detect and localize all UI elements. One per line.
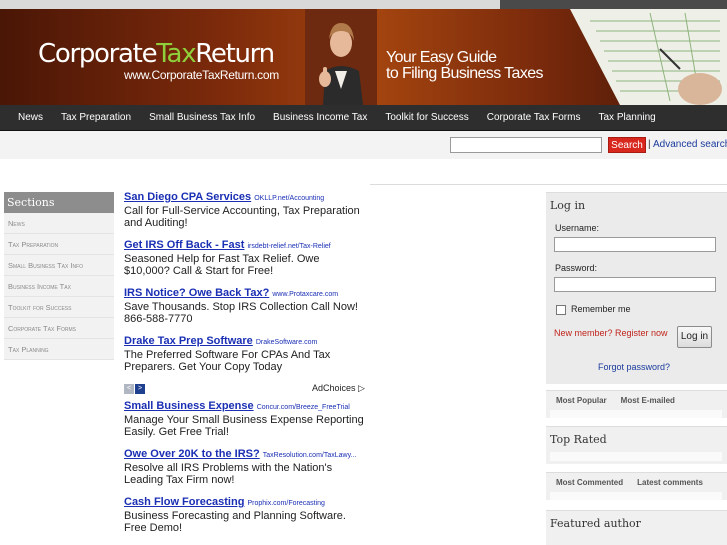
section-business-income-tax[interactable]: Business Income Tax xyxy=(4,276,114,297)
logo-tax: Tax xyxy=(156,39,196,69)
username-field[interactable] xyxy=(554,237,716,252)
adchoices-icon: ▷ xyxy=(358,383,365,393)
ad-item: Drake Tax Prep Software DrakeSoftware.co… xyxy=(124,335,364,383)
comments-tab-content xyxy=(550,492,722,500)
ad-prev-arrow-icon[interactable]: < xyxy=(124,384,134,394)
tab-latest-comments[interactable]: Latest comments xyxy=(637,478,703,487)
password-label: Password: xyxy=(555,263,598,273)
ad-item: San Diego CPA Services OKLLP.net/Account… xyxy=(124,191,364,239)
ad-url[interactable]: Concur.com/Breeze_FreeTrial xyxy=(257,404,350,411)
featured-author-title: Featured author xyxy=(550,517,641,530)
nav-small-business-tax-info[interactable]: Small Business Tax Info xyxy=(140,105,264,131)
site-banner[interactable]: CorporateTaxReturn www.CorporateTaxRetur… xyxy=(0,9,727,105)
ad-next-arrow-icon[interactable]: > xyxy=(135,384,145,394)
ad-item: Small Business Expense Concur.com/Breeze… xyxy=(124,400,364,448)
top-strip xyxy=(0,0,727,9)
ad-item: Get IRS Off Back - Fast irsdebt-relief.n… xyxy=(124,239,364,287)
top-rated-title: Top Rated xyxy=(550,433,607,446)
ad-url[interactable]: DrakeSoftware.com xyxy=(256,339,317,346)
ad-column: San Diego CPA Services OKLLP.net/Account… xyxy=(124,191,365,544)
nav-tax-planning[interactable]: Tax Planning xyxy=(589,105,664,131)
popular-tab-content xyxy=(550,410,722,418)
register-link[interactable]: New member? Register now xyxy=(554,328,668,338)
top-strip-light xyxy=(0,0,500,9)
search-button[interactable]: Search xyxy=(608,137,646,153)
search-input[interactable] xyxy=(450,137,602,153)
ad-item: IRS Notice? Owe Back Tax? www.Protaxcare… xyxy=(124,287,364,335)
forgot-password-link[interactable]: Forgot password? xyxy=(598,362,670,372)
ad-description: Save Thousands. Stop IRS Collection Call… xyxy=(124,301,358,325)
tax-form-image xyxy=(570,9,727,105)
nav-toolkit-for-success[interactable]: Toolkit for Success xyxy=(376,105,477,131)
logo-return: Return xyxy=(195,39,275,69)
nav-corporate-tax-forms[interactable]: Corporate Tax Forms xyxy=(478,105,590,131)
businesswoman-image xyxy=(305,9,377,105)
ad-url[interactable]: Prophix.com/Forecasting xyxy=(247,500,324,507)
section-small-business-tax-info[interactable]: Small Business Tax Info xyxy=(4,255,114,276)
adchoices-label: AdChoices xyxy=(312,383,356,393)
ad-description: Seasoned Help for Fast Tax Relief. Owe $… xyxy=(124,253,320,277)
sections-panel: Sections News Tax Preparation Small Busi… xyxy=(4,192,114,360)
tagline-line-2: to Filing Business Taxes xyxy=(386,65,544,82)
ad-title-link[interactable]: Cash Flow Forecasting xyxy=(124,496,244,508)
sections-list: News Tax Preparation Small Business Tax … xyxy=(4,213,114,360)
nav-news[interactable]: News xyxy=(0,105,52,131)
ad-description: The Preferred Software For CPAs And Tax … xyxy=(124,349,331,373)
remember-me-label: Remember me xyxy=(571,304,631,314)
section-corporate-tax-forms[interactable]: Corporate Tax Forms xyxy=(4,318,114,339)
ad-title-link[interactable]: San Diego CPA Services xyxy=(124,191,251,203)
featured-author-box: Featured author xyxy=(546,510,727,545)
search-bar: Search | Advanced search xyxy=(0,131,727,159)
ad-description: Resolve all IRS Problems with the Nation… xyxy=(124,462,333,486)
logo-corporate: Corporate xyxy=(38,39,158,69)
ad-controls: < > AdChoices ▷ xyxy=(124,383,365,400)
remember-me-checkbox[interactable] xyxy=(556,305,566,315)
search-separator: | xyxy=(648,139,651,150)
ad-description: Manage Your Small Business Expense Repor… xyxy=(124,414,364,438)
ad-title-link[interactable]: Drake Tax Prep Software xyxy=(124,335,253,347)
section-news[interactable]: News xyxy=(4,213,114,234)
ad-url[interactable]: www.Protaxcare.com xyxy=(272,291,338,298)
password-field[interactable] xyxy=(554,277,716,292)
ad-url[interactable]: OKLLP.net/Accounting xyxy=(254,195,324,202)
login-title: Log in xyxy=(550,199,586,212)
popular-tabs-box: Most Popular Most E-mailed xyxy=(546,390,727,418)
tab-most-popular[interactable]: Most Popular xyxy=(556,396,607,405)
adchoices-link[interactable]: AdChoices ▷ xyxy=(312,383,365,394)
section-tax-preparation[interactable]: Tax Preparation xyxy=(4,234,114,255)
nav-tax-preparation[interactable]: Tax Preparation xyxy=(52,105,140,131)
nav-business-income-tax[interactable]: Business Income Tax xyxy=(264,105,376,131)
section-tax-planning[interactable]: Tax Planning xyxy=(4,339,114,360)
top-rated-content xyxy=(550,452,722,461)
login-button[interactable]: Log in xyxy=(677,326,712,348)
main-nav: News Tax Preparation Small Business Tax … xyxy=(0,105,727,131)
comments-tabs-box: Most Commented Latest comments xyxy=(546,472,727,500)
site-url: www.CorporateTaxReturn.com xyxy=(124,68,279,82)
login-box: Log in Username: Password: Remember me N… xyxy=(546,192,727,384)
tab-most-emailed[interactable]: Most E-mailed xyxy=(621,396,675,405)
ad-item: Cash Flow Forecasting Prophix.com/Foreca… xyxy=(124,496,364,544)
advanced-search-link[interactable]: Advanced search xyxy=(653,139,727,150)
ad-title-link[interactable]: Small Business Expense xyxy=(124,400,254,412)
top-rated-box: Top Rated xyxy=(546,426,727,464)
ad-url[interactable]: irsdebt-relief.net/Tax-Relief xyxy=(247,243,330,250)
ad-description: Business Forecasting and Planning Softwa… xyxy=(124,510,346,534)
ad-title-link[interactable]: Owe Over 20K to the IRS? xyxy=(124,448,260,460)
divider xyxy=(370,184,727,185)
ad-item: Owe Over 20K to the IRS? TaxResolution.c… xyxy=(124,448,364,496)
ad-title-link[interactable]: Get IRS Off Back - Fast xyxy=(124,239,244,251)
section-toolkit-for-success[interactable]: Toolkit for Success xyxy=(4,297,114,318)
ad-description: Call for Full-Service Accounting, Tax Pr… xyxy=(124,205,360,229)
ad-url[interactable]: TaxResolution.com/TaxLawy... xyxy=(263,452,357,459)
sections-title: Sections xyxy=(4,192,114,213)
site-logo[interactable]: CorporateTaxReturn xyxy=(38,39,275,69)
tab-most-commented[interactable]: Most Commented xyxy=(556,478,623,487)
username-label: Username: xyxy=(555,223,600,233)
ad-title-link[interactable]: IRS Notice? Owe Back Tax? xyxy=(124,287,269,299)
